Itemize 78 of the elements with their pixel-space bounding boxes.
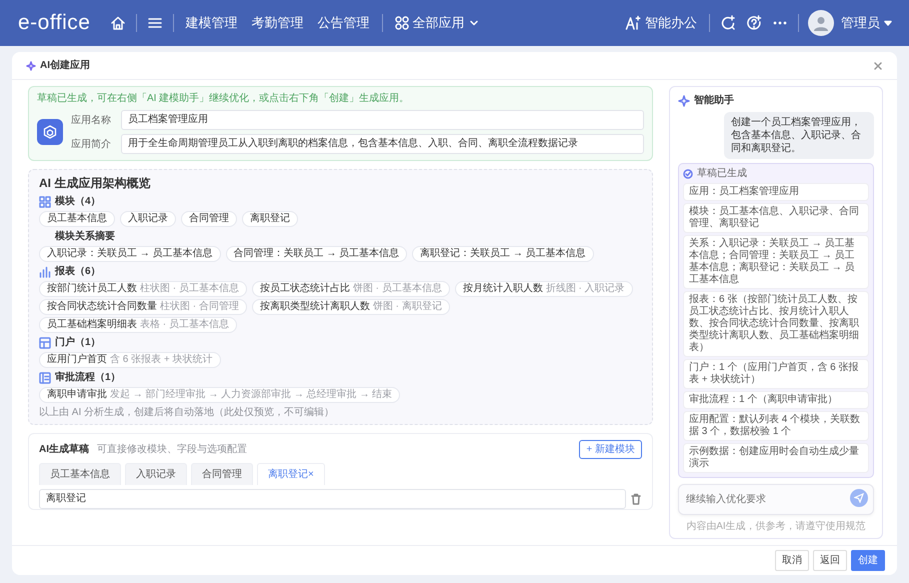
notice-text: 草稿已生成，可在右侧「AI 建模助手」继续优化，或点击右下角「创建」生成应用。	[37, 92, 410, 106]
module-tab[interactable]: 员工基本信息	[39, 463, 121, 485]
message-input[interactable]: 继续输入优化要求	[678, 484, 874, 515]
apps-grid-icon	[394, 16, 408, 30]
module-tab[interactable]: 入职记录	[125, 463, 187, 485]
relation-chip: 离职登记：关联员工 → 员工基本信息	[412, 246, 594, 262]
module-tab[interactable]: 离职登记×	[257, 463, 325, 485]
nav-link[interactable]: 考勤管理	[244, 13, 310, 33]
module-chip: 合同管理	[181, 211, 237, 227]
layout-icon	[39, 336, 51, 348]
new-module-button[interactable]: + 新建模块	[579, 440, 642, 459]
text-field[interactable]: 用于全生命周期管理员工从入职到离职的档案信息，包含基本信息、入职、合同、离职全流程数据记录	[121, 134, 644, 154]
all-apps-menu[interactable]: 全部应用	[388, 13, 486, 33]
relation-chip: 合同管理：关联员工 → 员工基本信息	[226, 246, 408, 262]
trash-icon[interactable]	[630, 493, 642, 505]
smart-office-link[interactable]: 智能办公	[618, 13, 704, 33]
field-label: 应用简介	[71, 138, 112, 152]
sparkle-icon	[678, 94, 690, 106]
disclaimer-text: 内容由AI生成，供参考，请遵守使用规范	[685, 520, 867, 534]
draft-title: AI生成草稿	[39, 442, 89, 457]
create-button[interactable]: 创建	[851, 550, 885, 571]
app-cube-icon	[37, 119, 63, 145]
assistant-title: 智能助手	[694, 94, 734, 108]
bar-chart-icon	[39, 266, 51, 278]
summary-item: 模块：员工基本信息、入职记录、合同管理、离职登记	[683, 203, 869, 233]
overview-title: AI 生成应用架构概览	[39, 175, 152, 192]
report-chip: 按离职类型统计离职人数 饼图 · 离职登记	[252, 299, 450, 315]
avatar-icon[interactable]	[808, 10, 834, 36]
flow-list-icon	[39, 372, 51, 384]
nav-link[interactable]: 建模管理	[178, 13, 244, 33]
check-circle-icon	[683, 168, 693, 178]
summary-item: 应用：员工档案管理应用	[683, 183, 869, 201]
draft-hint: 可直接修改模块、字段与选项配置	[97, 442, 248, 457]
section-title: 审批流程（1）	[55, 370, 121, 385]
report-chip: 按合同状态统计合同数量 柱状图 · 合同管理	[39, 299, 247, 315]
summary-item: 审批流程：1 个（离职申请审批）	[683, 391, 869, 409]
user-menu[interactable]: 管理员	[834, 13, 899, 33]
home-icon[interactable]	[110, 15, 126, 31]
help-icon[interactable]	[746, 15, 762, 31]
summary-item: 应用配置：默认列表 4 个模块，关联数据 3 个，数据校验 1 个	[683, 411, 869, 441]
section-title: 报表（6）	[55, 264, 101, 279]
report-chip: 按部门统计员工人数 柱状图 · 员工基本信息	[39, 281, 247, 297]
workflow-chip: 离职申请审批 发起 → 部门经理审批 → 人力资源部审批 → 总经理审批 → 结束	[39, 387, 400, 403]
summary-item: 报表：6 张（按部门统计员工人数、按员工状态统计占比、按月统计入职人数、按合同状态统计合同数量、按离职类型统计离职人数、员工基础档案明细表）	[683, 291, 869, 357]
footnote-text: 以上由 AI 分析生成，创建后将自动落地（此处仅预览，不可编辑）	[39, 406, 336, 420]
nav-link[interactable]: 公告管理	[310, 13, 376, 33]
dialog-title: AI创建应用	[40, 58, 90, 73]
subsection-title: 模块关系摘要	[54, 229, 116, 244]
refresh-sparkle-icon[interactable]	[720, 15, 736, 31]
module-name-field[interactable]: 离职登记	[39, 489, 626, 509]
user-message: 创建一个员工档案管理应用，包含基本信息、入职记录、合同和离职登记。	[724, 112, 874, 159]
relation-chip: 入职记录：关联员工 → 员工基本信息	[39, 246, 221, 262]
close-icon	[873, 61, 883, 72]
summary-item: 门户：1 个（应用门户首页，含 6 张报表 + 块状统计）	[683, 359, 869, 389]
footer-button[interactable]: 取消	[775, 550, 809, 571]
ai-sparkle-icon	[625, 15, 641, 31]
report-chip: 按月统计入职人数 折线图 · 入职记录	[454, 281, 633, 297]
module-chip: 员工基本信息	[39, 211, 115, 227]
draft-status: 草稿已生成	[697, 166, 747, 181]
module-tab[interactable]: 合同管理	[191, 463, 253, 485]
report-chip: 员工基础档案明细表 表格 · 员工基本信息	[39, 317, 237, 333]
module-chip: 入职记录	[120, 211, 176, 227]
app-logo: e-office	[18, 10, 90, 36]
field-label: 应用名称	[71, 114, 112, 128]
chevron-down-icon	[468, 18, 478, 28]
summary-item: 示例数据：创建应用时会自动生成少量演示	[683, 443, 869, 473]
portal-chip: 应用门户首页 含 6 张报表 + 块状统计	[39, 352, 221, 368]
sparkle-icon	[26, 60, 36, 70]
caret-down-icon	[884, 19, 892, 27]
section-title: 模块（4）	[55, 194, 101, 209]
module-grid-icon	[39, 196, 51, 208]
text-field[interactable]: 员工档案管理应用	[121, 110, 644, 130]
module-chip: 离职登记	[242, 211, 298, 227]
section-title: 门户（1）	[55, 335, 101, 350]
footer-button[interactable]: 返回	[813, 550, 847, 571]
send-icon	[854, 493, 864, 503]
report-chip: 按员工状态统计占比 饼图 · 员工基本信息	[252, 281, 450, 297]
summary-item: 关系：入职记录：关联员工 → 员工基本信息；合同管理：关联员工 → 员工基本信息；离职登记：关联员工 → 员工基本信息	[683, 235, 869, 289]
